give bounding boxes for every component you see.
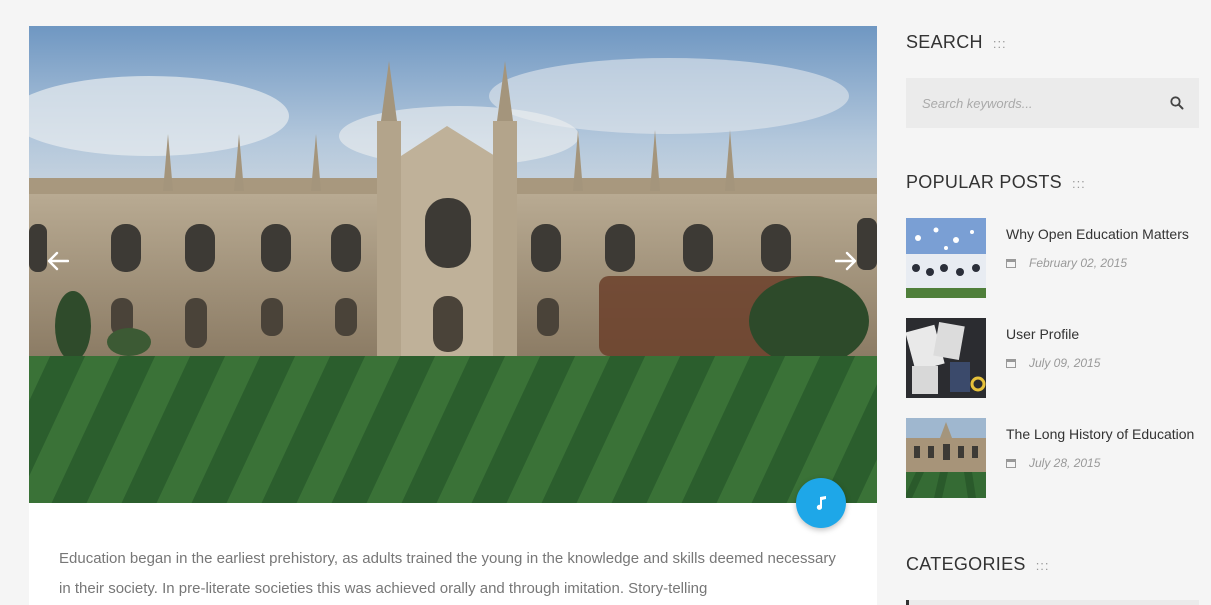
- popular-post-title[interactable]: User Profile: [1006, 326, 1079, 342]
- categories-title-text: CATEGORIES: [906, 554, 1026, 574]
- post-excerpt: Education began in the earliest prehisto…: [59, 550, 836, 597]
- search-icon[interactable]: [1169, 95, 1185, 111]
- calendar-icon: [1006, 259, 1016, 268]
- post-thumbnail[interactable]: [906, 218, 986, 298]
- popular-post-title[interactable]: The Long History of Education: [1006, 426, 1194, 442]
- popular-post-date: July 28, 2015: [1006, 456, 1100, 470]
- calendar-icon: [1006, 459, 1016, 468]
- college-building-thumbnail: [906, 418, 986, 498]
- popular-post-title[interactable]: Why Open Education Matters: [1006, 226, 1189, 242]
- title-dots: :::: [1035, 558, 1050, 573]
- popular-post-date: February 02, 2015: [1006, 256, 1127, 270]
- search-form: [906, 78, 1199, 128]
- categories-title: CATEGORIES:::: [906, 554, 1050, 575]
- popular-post-date-text: July 28, 2015: [1029, 456, 1101, 470]
- popular-posts-title: POPULAR POSTS:::: [906, 172, 1086, 193]
- popular-post-item[interactable]: The Long History of Education July 28, 2…: [906, 418, 1199, 498]
- popular-post-date-text: July 09, 2015: [1029, 356, 1101, 370]
- popular-post-item[interactable]: Why Open Education Matters February 02, …: [906, 218, 1199, 298]
- calendar-icon: [1006, 359, 1016, 368]
- slider-prev-button[interactable]: [43, 246, 73, 276]
- popular-post-item[interactable]: User Profile July 09, 2015: [906, 318, 1199, 398]
- featured-image-slider[interactable]: [29, 26, 877, 503]
- search-input[interactable]: [906, 78, 1156, 128]
- college-building-image: [29, 26, 877, 503]
- slider-next-button[interactable]: [831, 246, 861, 276]
- category-list-item[interactable]: [906, 600, 1199, 605]
- post-thumbnail[interactable]: [906, 418, 986, 498]
- title-dots: :::: [992, 36, 1007, 51]
- graduation-photo: [906, 218, 986, 298]
- popular-post-date-text: February 02, 2015: [1029, 256, 1128, 270]
- title-dots: :::: [1071, 176, 1086, 191]
- desk-papers-photo: [906, 318, 986, 398]
- search-title-text: SEARCH: [906, 32, 983, 52]
- search-widget-title: SEARCH:::: [906, 32, 1007, 53]
- blog-post-card: Education began in the earliest prehisto…: [29, 26, 877, 605]
- post-format-audio-badge[interactable]: [796, 478, 846, 528]
- arrow-right-icon: [835, 251, 857, 271]
- arrow-left-icon: [47, 251, 69, 271]
- post-thumbnail[interactable]: [906, 318, 986, 398]
- music-note-icon: [816, 496, 826, 510]
- popular-post-date: July 09, 2015: [1006, 356, 1100, 370]
- popular-posts-title-text: POPULAR POSTS: [906, 172, 1062, 192]
